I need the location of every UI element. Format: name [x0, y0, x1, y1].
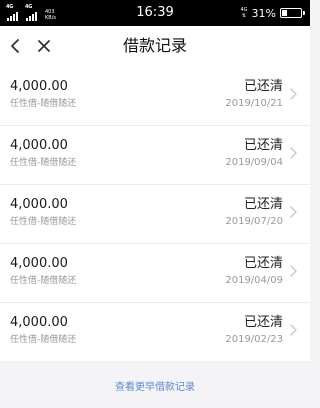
loan-record-row[interactable]: 4,000.00 任性借-随借随还 已还清 2019/09/04 — [0, 125, 310, 184]
chevron-right-icon — [290, 324, 297, 336]
loan-amount: 4,000.00 — [10, 197, 68, 212]
repayment-status: 已还清 — [243, 79, 283, 94]
loan-record-row[interactable]: 4,000.00 任性借-随借随还 已还清 2019/02/23 — [0, 302, 310, 361]
loan-amount: 4,000.00 — [10, 256, 68, 271]
loan-date: 2019/10/21 — [225, 98, 283, 109]
page-title: 借款记录 — [122, 36, 187, 55]
loan-date: 2019/07/20 — [225, 216, 283, 227]
loan-record-row[interactable]: 4,000.00 任性借-随借随还 已还清 2019/07/20 — [0, 184, 310, 243]
battery-percent: 31% — [251, 6, 276, 20]
loan-amount: 4,000.00 — [10, 138, 68, 153]
battery-level — [282, 10, 287, 16]
loan-date: 2019/04/09 — [225, 275, 283, 286]
loan-type: 任性借-随借随还 — [10, 276, 77, 286]
data-activity-icon: 4G ⇅ — [240, 7, 248, 19]
repayment-status: 已还清 — [243, 138, 283, 153]
loan-record-list: 4,000.00 任性借-随借随还 已还清 2019/10/21 4,000.00 任性借… — [0, 66, 310, 361]
loan-type: 任性借-随借随还 — [10, 99, 77, 109]
status-bar: 4G 4G 403 KB/s 16:39 4G ⇅ 31% — [0, 0, 310, 26]
chevron-right-icon — [290, 147, 297, 159]
chevron-right-icon — [290, 206, 297, 218]
loan-date: 2019/09/04 — [225, 157, 283, 168]
repayment-status: 已还清 — [243, 256, 283, 271]
repayment-status: 已还清 — [243, 197, 283, 212]
loan-amount: 4,000.00 — [10, 315, 68, 330]
loan-record-row[interactable]: 4,000.00 任性借-随借随还 已还清 2019/04/09 — [0, 243, 310, 302]
battery-icon — [280, 8, 305, 18]
loan-amount: 4,000.00 — [10, 79, 68, 94]
repayment-status: 已还清 — [243, 315, 283, 330]
loan-type: 任性借-随借随还 — [10, 158, 77, 168]
chevron-right-icon — [290, 265, 297, 277]
navigation-bar: 借款记录 — [0, 26, 310, 66]
chevron-right-icon — [290, 88, 297, 100]
loan-type: 任性借-随借随还 — [10, 217, 77, 227]
loan-date: 2019/02/23 — [225, 334, 283, 345]
status-bar-right: 4G ⇅ 31% — [240, 5, 305, 21]
loan-type: 任性借-随借随还 — [10, 335, 77, 345]
view-earlier-records-link[interactable]: 查看更早借款记录 — [0, 381, 310, 395]
loan-record-row[interactable]: 4,000.00 任性借-随借随还 已还清 2019/10/21 — [0, 66, 310, 125]
